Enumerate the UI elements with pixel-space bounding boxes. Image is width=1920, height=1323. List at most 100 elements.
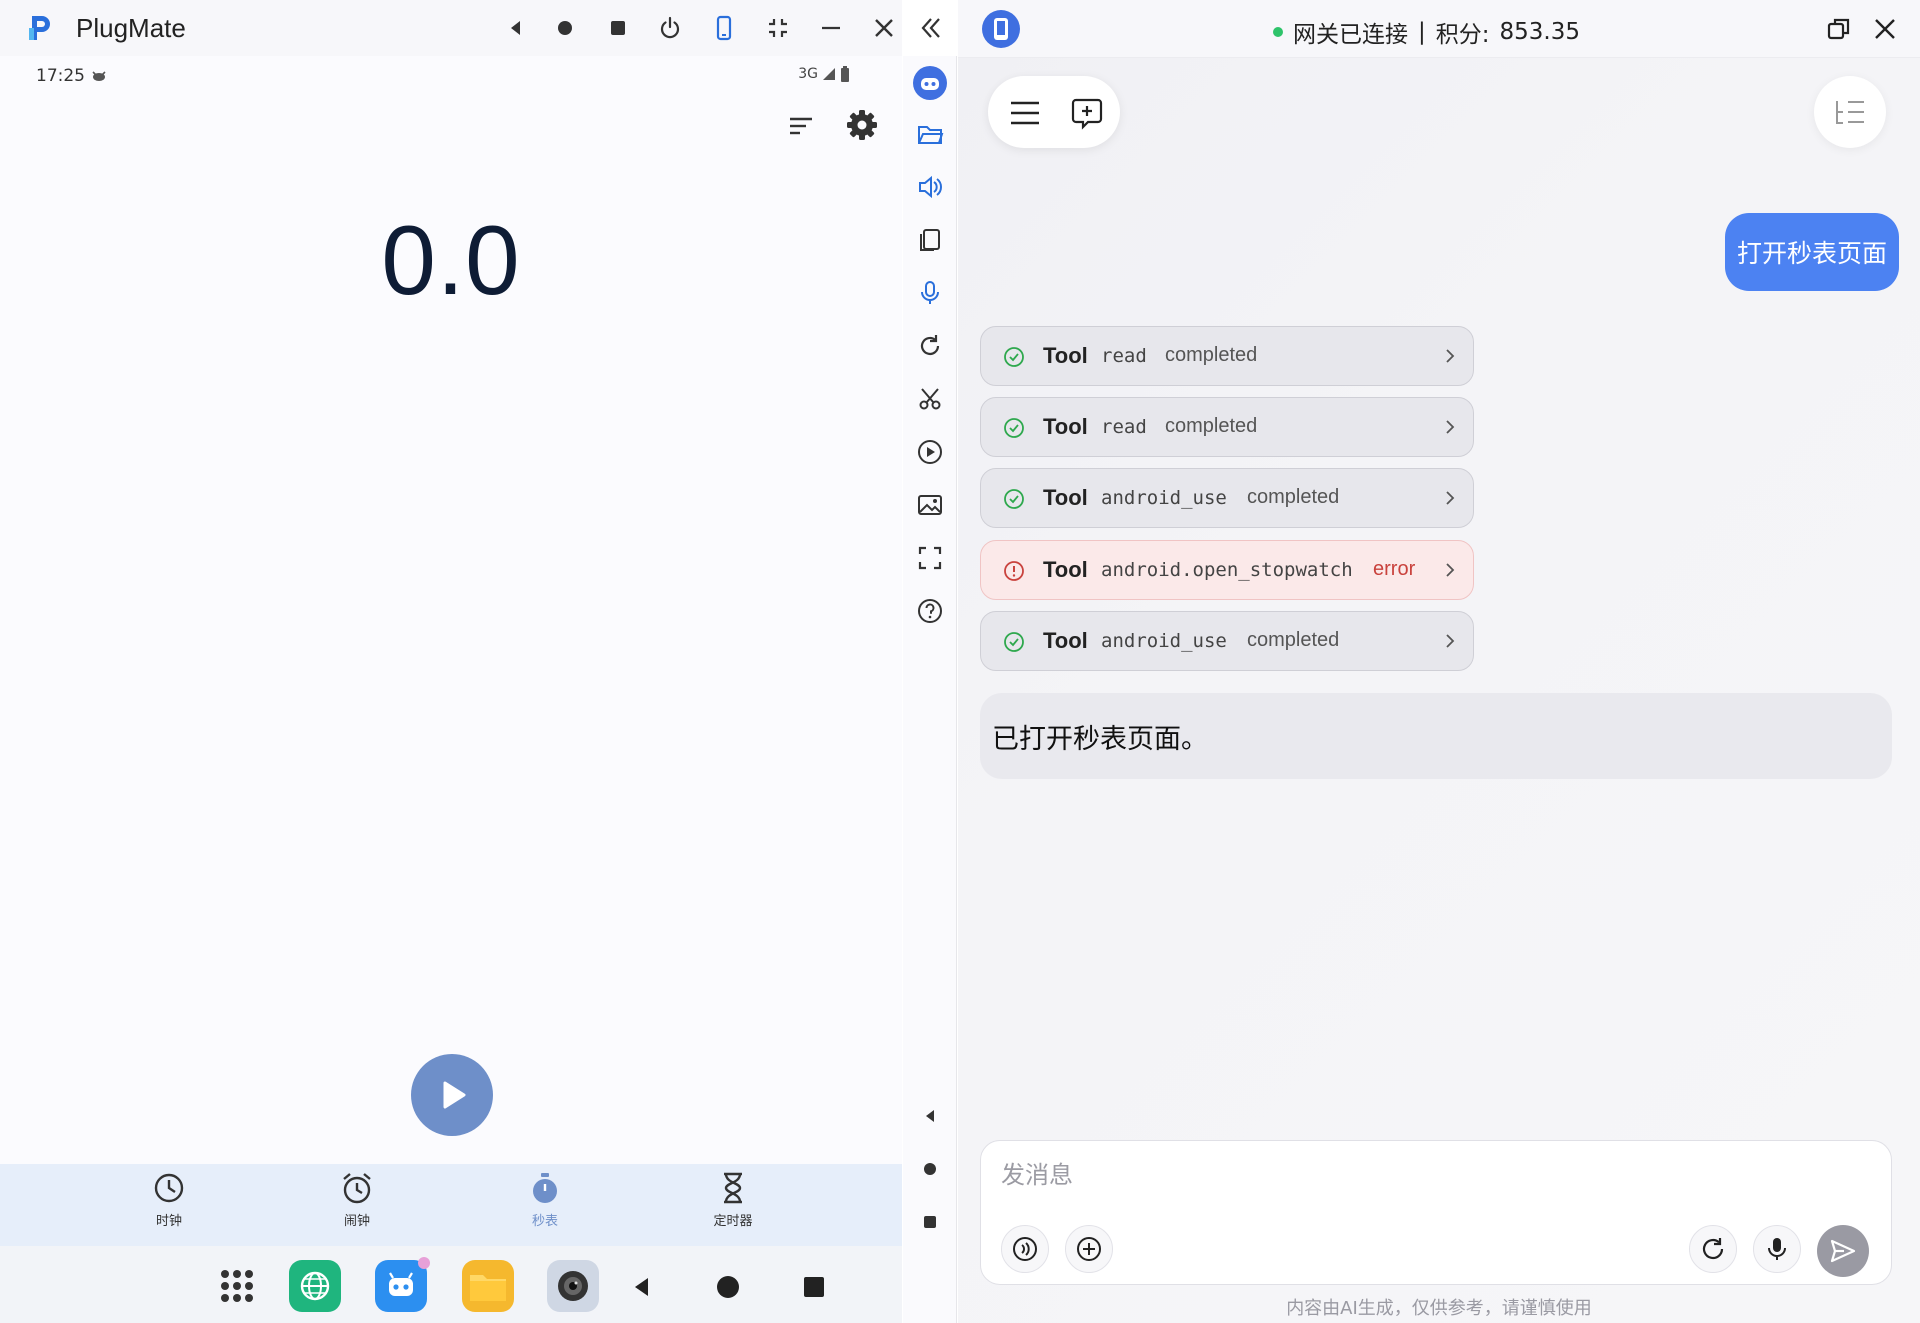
window-titlebar: PlugMate [0,0,902,56]
nav-home-icon[interactable] [716,1275,740,1299]
regenerate-button[interactable] [1689,1225,1737,1273]
minimize-button[interactable] [813,10,849,46]
chat-header: 网关已连接 | 积分: 853.35 [958,0,1920,58]
compress-icon [769,19,787,37]
assistant-message-bubble: 已打开秒表页面。 [980,693,1892,779]
app-drawer-button[interactable] [211,1260,263,1312]
header-separator: | [1418,19,1426,45]
play-icon [443,1081,466,1109]
tool-label: Tool [1043,343,1088,368]
signal-icon [823,68,835,80]
status-indicators: 3G [798,66,850,82]
plus-circle-icon [1077,1237,1101,1261]
copy-icon [920,229,940,251]
close-window-button[interactable] [866,10,902,46]
tool-status: error [1373,558,1416,580]
browser-app[interactable] [289,1260,341,1312]
power-button[interactable] [652,10,688,46]
connection-dot [1273,27,1283,37]
tab-alarm[interactable]: 闹钟 [317,1170,397,1229]
new-chat-icon[interactable] [1070,96,1104,130]
tab-timer[interactable]: 定时器 [693,1170,773,1229]
sort-icon[interactable] [786,110,818,142]
side-recents-button[interactable] [915,1207,945,1237]
tool-status: completed [1247,486,1340,508]
collapse-panel-button[interactable] [913,10,949,46]
points-value: 853.35 [1499,19,1580,45]
network-type: 3G [798,66,818,82]
outline-button[interactable] [1814,76,1886,148]
emulator-toolbar [903,56,957,1323]
check-circle-icon [1004,632,1024,652]
microphone-button[interactable] [915,278,945,308]
gateway-status-text: 网关已连接 [1293,22,1408,48]
help-button[interactable] [915,596,945,626]
close-icon[interactable] [1872,16,1898,42]
tool-call-card-error[interactable]: Tool android.open_stopwatch error [980,540,1474,600]
folder-open-icon [918,126,944,144]
chevron-right-icon [1446,563,1455,577]
rotate-device-button[interactable] [706,10,742,46]
double-chevron-left-icon [921,18,940,38]
image-icon [918,495,942,515]
screenshot-cut-button[interactable] [915,384,945,414]
clipboard-button[interactable] [915,225,945,255]
voice-input-button[interactable] [1753,1225,1801,1273]
check-circle-icon [1004,489,1024,509]
volume-button[interactable] [915,172,945,202]
volume-icon [919,175,942,199]
back-button[interactable] [498,10,534,46]
nav-recents-icon[interactable] [802,1275,826,1299]
chat-panel: 网关已连接 | 积分: 853.35 打开秒表页面 Tool read comp… [958,0,1920,1323]
home-button[interactable] [547,10,583,46]
tool-call-card[interactable]: Tool android_use completed [980,468,1474,528]
files-app[interactable] [462,1260,514,1312]
device-badge[interactable] [982,10,1020,48]
tool-label: Tool [1043,414,1088,439]
menu-icon[interactable] [1008,96,1042,130]
message-input[interactable] [1001,1155,1861,1195]
pop-out-window-icon[interactable] [1826,16,1852,42]
refresh-icon [1702,1238,1724,1260]
attach-button[interactable] [1065,1225,1113,1273]
chevron-right-icon [1446,349,1455,363]
robot-app-icon [389,1272,413,1296]
settings-gear-icon[interactable] [845,108,879,142]
tab-clock[interactable]: 时钟 [129,1170,209,1229]
tool-call-card[interactable]: Tool read completed [980,326,1474,386]
tool-call-card[interactable]: Tool android_use completed [980,611,1474,671]
tool-label: Tool [1043,557,1088,582]
open-folder-button[interactable] [915,119,945,149]
alarm-icon [343,1173,371,1204]
gallery-button[interactable] [915,490,945,520]
app-drawer-icon [221,1270,253,1302]
start-stopwatch-button[interactable] [411,1054,493,1136]
side-back-button[interactable] [915,1101,945,1131]
nav-back-icon[interactable] [630,1275,654,1299]
tool-label: Tool [1043,485,1088,510]
stopwatch-time-display: 0.0 [381,205,521,315]
send-button[interactable] [1817,1225,1869,1277]
camera-app[interactable] [547,1260,599,1312]
recents-button[interactable] [600,10,636,46]
tool-status: completed [1165,415,1258,437]
tool-call-card[interactable]: Tool read completed [980,397,1474,457]
side-home-button[interactable] [915,1154,945,1184]
send-icon [1830,1239,1856,1263]
fullscreen-button[interactable] [915,543,945,573]
voice-call-button[interactable] [1001,1225,1049,1273]
tool-name: android_use [1101,630,1227,652]
stopwatch-icon [533,1173,557,1203]
robot-app[interactable] [375,1257,430,1312]
refresh-button[interactable] [915,331,945,361]
tab-timer-label: 定时器 [713,1214,753,1229]
exit-fullscreen-button[interactable] [760,10,796,46]
plugmate-logo-icon [29,16,50,40]
phone-screen: 17:25 3G 0.0 时钟 闹钟 秒表 定时器 [0,56,902,1323]
phone-icon [994,18,1008,40]
assistant-avatar-button[interactable] [913,66,947,100]
refresh-icon [920,335,940,355]
outline-list-icon [1836,101,1864,124]
record-button[interactable] [915,437,945,467]
tab-stopwatch[interactable]: 秒表 [505,1170,585,1229]
